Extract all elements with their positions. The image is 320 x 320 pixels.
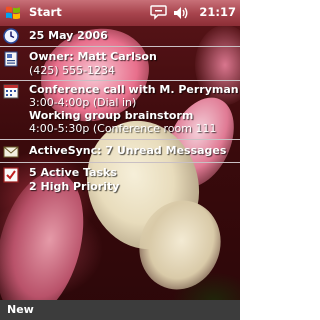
tasks-checkbox-icon — [3, 167, 19, 183]
start-label: Start — [29, 5, 62, 19]
volume-icon[interactable] — [173, 6, 189, 20]
appointment-title: Working group brainstorm — [29, 109, 194, 122]
windows-logo-icon — [6, 6, 20, 20]
title-bar: Start 21:17 — [0, 0, 240, 26]
tasks-item[interactable]: 5 Active Tasks 2 High Priority — [0, 163, 240, 195]
appointment-time: 3:00-4:00p (Dial in) — [29, 96, 137, 109]
envelope-icon — [3, 146, 19, 158]
softkey-bar: New — [0, 300, 240, 320]
calendar-icon — [3, 84, 19, 99]
owner-phone: (425) 555-1234 — [29, 64, 116, 77]
clock-icon — [3, 28, 19, 44]
owner-name: Owner: Matt Carlson — [29, 50, 157, 63]
calendar-item[interactable]: Conference call with M. Perryman 3:00-4:… — [0, 81, 240, 139]
new-softkey[interactable]: New — [7, 303, 34, 316]
notification-icon[interactable] — [150, 5, 167, 20]
today-screen: Start 21:17 25 May 2006 Owner: Matt Carl… — [0, 0, 240, 320]
active-tasks-text: 5 Active Tasks — [29, 166, 117, 179]
owner-item[interactable]: Owner: Matt Carlson (425) 555-1234 — [0, 47, 240, 79]
date-item[interactable]: 25 May 2006 — [0, 26, 240, 46]
clock[interactable]: 21:17 — [199, 5, 236, 19]
messaging-item[interactable]: ActiveSync: 7 Unread Messages — [0, 140, 240, 162]
appointment-title: Conference call with M. Perryman — [29, 83, 239, 96]
date-text: 25 May 2006 — [29, 29, 108, 42]
contact-card-icon — [4, 51, 18, 67]
high-priority-text: 2 High Priority — [29, 180, 120, 193]
start-button[interactable]: Start — [0, 0, 118, 26]
appointment-time: 4:00-5:30p (Conference room 111 — [29, 122, 217, 135]
unread-messages-text: ActiveSync: 7 Unread Messages — [29, 144, 227, 157]
